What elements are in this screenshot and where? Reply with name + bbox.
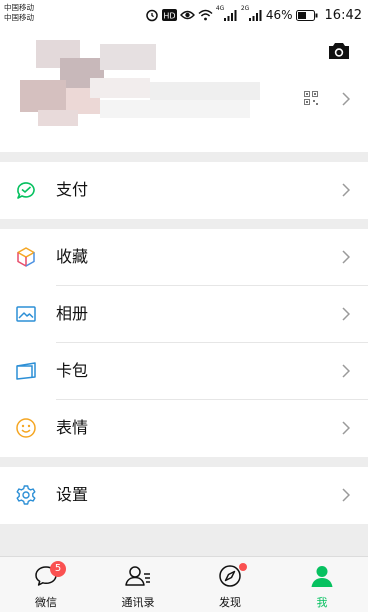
menu-item-cards[interactable]: 卡包 <box>0 343 368 400</box>
battery-percent: 46% <box>265 8 293 22</box>
nickname-blurred <box>90 78 260 118</box>
chevron-right-icon <box>342 488 350 502</box>
tab-contacts[interactable]: 通讯录 <box>92 557 184 612</box>
menu-section-pay: 支付 <box>0 162 368 219</box>
svg-text:HD: HD <box>163 12 175 21</box>
carrier-info: 中国移动 中国移动 <box>4 3 34 23</box>
tab-discover[interactable]: 发现 <box>184 557 276 612</box>
card-wallet-icon <box>16 362 36 380</box>
camera-icon[interactable] <box>328 42 350 60</box>
menu-label-settings: 设置 <box>56 485 89 504</box>
menu-label-cards: 卡包 <box>56 361 89 380</box>
alarm-icon <box>146 9 158 22</box>
tab-label-chats: 微信 <box>35 596 57 609</box>
menu-section-main: 收藏 相册 卡包 表情 <box>0 229 368 457</box>
menu-label-album: 相册 <box>56 304 89 323</box>
tab-label-discover: 发现 <box>219 596 241 609</box>
album-image-icon <box>16 306 36 322</box>
menu-label-pay: 支付 <box>56 180 89 199</box>
chevron-right-icon <box>342 183 350 197</box>
chevron-right-icon <box>342 421 350 435</box>
unread-badge: 5 <box>50 561 66 577</box>
status-icons: HD 4G 2G 46% 16:42 <box>145 5 362 24</box>
menu-section-settings: 设置 <box>0 467 368 524</box>
gear-icon <box>16 485 36 505</box>
profile-header[interactable] <box>0 30 368 152</box>
signal-bars-icon <box>223 10 237 21</box>
pay-icon <box>17 182 35 199</box>
favorites-cube-icon <box>17 247 35 267</box>
clock: 16:42 <box>324 7 362 23</box>
menu-item-settings[interactable]: 设置 <box>0 467 368 524</box>
menu-label-stickers: 表情 <box>56 418 89 437</box>
wifi-icon <box>198 9 213 21</box>
tab-chats[interactable]: 5 微信 <box>0 557 92 612</box>
signal-2g: 2G <box>241 5 263 22</box>
tab-me[interactable]: 我 <box>276 557 368 612</box>
menu-item-pay[interactable]: 支付 <box>0 162 368 219</box>
contacts-icon <box>125 566 150 586</box>
menu-item-stickers[interactable]: 表情 <box>0 400 368 457</box>
battery-icon <box>295 9 318 21</box>
eye-comfort-icon <box>179 10 195 20</box>
menu-item-album[interactable]: 相册 <box>0 286 368 343</box>
qr-code-icon[interactable] <box>304 91 318 105</box>
tab-label-me: 我 <box>316 596 328 609</box>
chevron-right-icon <box>342 250 350 264</box>
menu-label-favorites: 收藏 <box>56 247 89 266</box>
chevron-right-icon <box>342 307 350 321</box>
tab-label-contacts: 通讯录 <box>121 596 155 609</box>
bottom-tab-bar: 5 微信 通讯录 发现 我 <box>0 556 368 612</box>
status-bar: 中国移动 中国移动 HD 4G 2G 46% 16:42 <box>0 0 368 30</box>
menu-item-favorites[interactable]: 收藏 <box>0 229 368 286</box>
signal-4g: 4G <box>216 5 238 22</box>
carrier-2: 中国移动 <box>4 13 34 22</box>
person-icon <box>311 566 333 587</box>
chevron-right-icon <box>342 92 350 106</box>
chevron-right-icon <box>342 364 350 378</box>
carrier-1: 中国移动 <box>4 3 34 12</box>
smiley-icon <box>16 418 36 438</box>
signal-bars-icon <box>248 10 262 21</box>
hd-icon: HD <box>161 9 177 21</box>
new-dot-badge <box>239 563 247 571</box>
